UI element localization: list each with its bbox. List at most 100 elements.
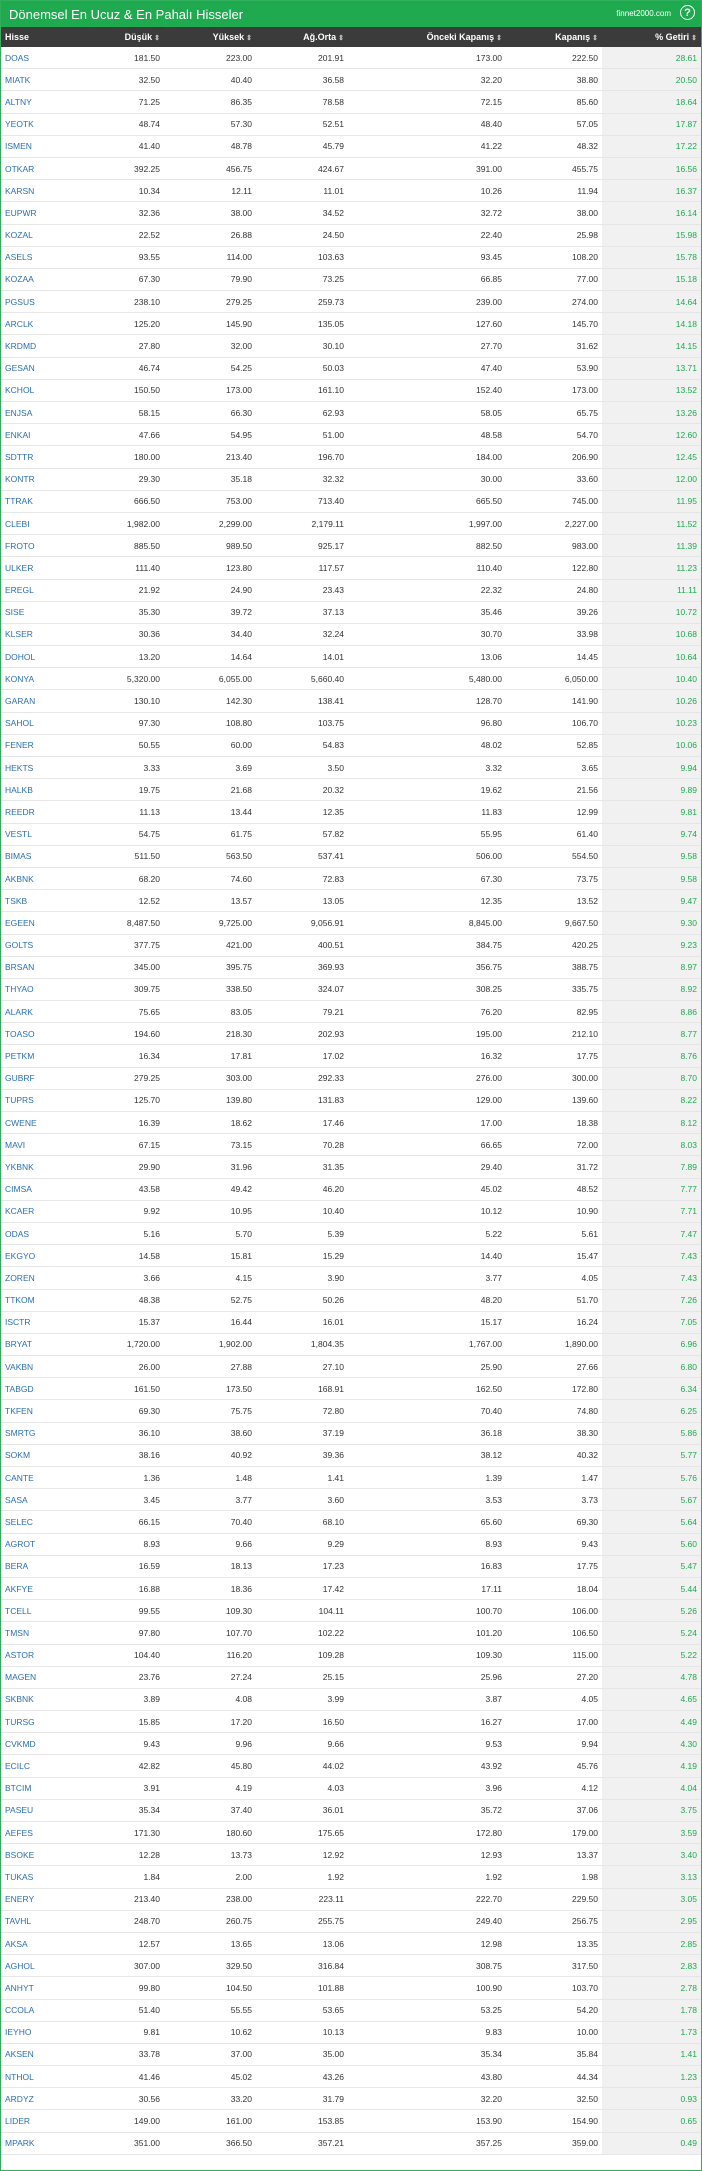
stock-symbol[interactable]: ECILC [1,1761,71,1771]
table-row[interactable]: HEKTS 3.33 3.69 3.50 3.32 3.65 9.94 [1,757,701,780]
stock-symbol[interactable]: TSKB [1,896,71,906]
table-row[interactable]: KCHOL 150.50 173.00 161.10 152.40 173.00 13.52 [1,379,701,402]
table-row[interactable]: GARAN 130.10 142.30 138.41 128.70 141.90 10.26 [1,690,701,713]
stock-symbol[interactable]: HEKTS [1,763,71,773]
table-row[interactable]: BRSAN 345.00 395.75 369.93 356.75 388.75 8.97 [1,956,701,979]
table-row[interactable]: OTKAR 392.25 456.75 424.67 391.00 455.75 16.56 [1,157,701,181]
table-row[interactable]: CWENE 16.39 18.62 17.46 17.00 18.38 8.12 [1,1112,701,1135]
table-row[interactable]: ODAS 5.16 5.70 5.39 5.22 5.61 7.47 [1,1222,701,1246]
table-row[interactable]: LIDER 149.00 161.00 153.85 153.90 154.90 0.65 [1,2110,701,2133]
stock-symbol[interactable]: SASA [1,1495,71,1505]
stock-symbol[interactable]: BERA [1,1561,71,1571]
table-row[interactable]: EREGL 21.92 24.90 23.43 22.32 24.80 11.11 [1,579,701,602]
stock-symbol[interactable]: REEDR [1,807,71,817]
stock-symbol[interactable]: ARCLK [1,319,71,329]
table-row[interactable]: THYAO 309.75 338.50 324.07 308.25 335.75 8.92 [1,978,701,1002]
table-row[interactable]: TCELL 99.55 109.30 104.11 100.70 106.00 5.26 [1,1600,701,1623]
table-row[interactable]: AKSA 12.57 13.65 13.06 12.98 13.35 2.85 [1,1932,701,1956]
table-row[interactable]: EKGYO 14.58 15.81 15.29 14.40 15.47 7.43 [1,1245,701,1268]
stock-symbol[interactable]: SDTTR [1,452,71,462]
table-row[interactable]: SAHOL 97.30 108.80 103.75 96.80 106.70 10.23 [1,712,701,735]
stock-symbol[interactable]: THYAO [1,984,71,994]
table-row[interactable]: BTCIM 3.91 4.19 4.03 3.96 4.12 4.04 [1,1777,701,1800]
stock-symbol[interactable]: SAHOL [1,718,71,728]
table-row[interactable]: BIMAS 511.50 563.50 537.41 506.00 554.50 9.58 [1,845,701,868]
stock-symbol[interactable]: MAGEN [1,1672,71,1682]
stock-symbol[interactable]: EUPWR [1,208,71,218]
stock-symbol[interactable]: AKSEN [1,2049,71,2059]
table-row[interactable]: KCAER 9.92 10.95 10.40 10.12 10.90 7.71 [1,1200,701,1223]
stock-symbol[interactable]: PASEU [1,1805,71,1815]
stock-symbol[interactable]: ODAS [1,1229,71,1239]
stock-symbol[interactable]: PETKM [1,1051,71,1061]
column-header-getiri[interactable]: % Getiri ⇕ [602,27,701,47]
table-row[interactable]: CIMSA 43.58 49.42 46.20 45.02 48.52 7.77 [1,1178,701,1201]
table-row[interactable]: TABGD 161.50 173.50 168.91 162.50 172.80 6.34 [1,1378,701,1401]
column-header-yuksek[interactable]: Yüksek ⇕ [164,27,256,47]
stock-symbol[interactable]: KOZAA [1,274,71,284]
stock-symbol[interactable]: YKBNK [1,1162,71,1172]
stock-symbol[interactable]: ASTOR [1,1650,71,1660]
stock-symbol[interactable]: SISE [1,607,71,617]
stock-symbol[interactable]: TABGD [1,1384,71,1394]
table-row[interactable]: ARCLK 125.20 145.90 135.05 127.60 145.70 14.18 [1,313,701,336]
table-row[interactable]: DOAS 181.50 223.00 201.91 173.00 222.50 28.61 [1,47,701,70]
table-row[interactable]: GOLTS 377.75 421.00 400.51 384.75 420.25 9.23 [1,934,701,957]
stock-symbol[interactable]: KCHOL [1,385,71,395]
table-row[interactable]: SELEC 66.15 70.40 68.10 65.60 69.30 5.64 [1,1511,701,1534]
table-row[interactable]: CVKMD 9.43 9.96 9.66 9.53 9.94 4.30 [1,1733,701,1756]
stock-symbol[interactable]: BSOKE [1,1850,71,1860]
stock-symbol[interactable]: HALKB [1,785,71,795]
table-row[interactable]: TURSG 15.85 17.20 16.50 16.27 17.00 4.49 [1,1711,701,1734]
table-row[interactable]: ZOREN 3.66 4.15 3.90 3.77 4.05 7.43 [1,1267,701,1290]
stock-symbol[interactable]: ANHYT [1,1983,71,1993]
stock-symbol[interactable]: AKFYE [1,1584,71,1594]
stock-symbol[interactable]: KONTR [1,474,71,484]
table-row[interactable]: AKBNK 68.20 74.60 72.83 67.30 73.75 9.58 [1,867,701,891]
stock-symbol[interactable]: EREGL [1,585,71,595]
column-header-onceki-kapanis[interactable]: Önceki Kapanış ⇕ [348,27,506,47]
table-row[interactable]: AKFYE 16.88 18.36 17.42 17.11 18.04 5.44 [1,1577,701,1601]
stock-symbol[interactable]: GESAN [1,363,71,373]
stock-symbol[interactable]: ISCTR [1,1317,71,1327]
table-row[interactable]: EUPWR 32.36 38.00 34.52 32.72 38.00 16.14 [1,202,701,225]
table-row[interactable]: CCOLA 51.40 55.55 53.65 53.25 54.20 1.78 [1,1999,701,2022]
table-row[interactable]: TKFEN 69.30 75.75 72.80 70.40 74.80 6.25 [1,1400,701,1423]
stock-symbol[interactable]: KLSER [1,629,71,639]
stock-symbol[interactable]: GUBRF [1,1073,71,1083]
stock-symbol[interactable]: ALTNY [1,97,71,107]
stock-symbol[interactable]: KONYA [1,674,71,684]
stock-symbol[interactable]: VAKBN [1,1362,71,1372]
stock-symbol[interactable]: KOZAL [1,230,71,240]
table-row[interactable]: MPARK 351.00 366.50 357.21 357.25 359.00 0.49 [1,2132,701,2155]
stock-symbol[interactable]: TOASO [1,1029,71,1039]
table-row[interactable]: AKSEN 33.78 37.00 35.00 35.34 35.84 1.41 [1,2043,701,2067]
stock-symbol[interactable]: AGROT [1,1539,71,1549]
table-row[interactable]: GESAN 46.74 54.25 50.03 47.40 53.90 13.71 [1,357,701,380]
table-row[interactable]: ISCTR 15.37 16.44 16.01 15.17 16.24 7.05 [1,1311,701,1334]
table-row[interactable]: SISE 35.30 39.72 37.13 35.46 39.26 10.72 [1,601,701,624]
help-icon[interactable]: ? [680,5,695,20]
stock-symbol[interactable]: EKGYO [1,1251,71,1261]
stock-symbol[interactable]: AKBNK [1,874,71,884]
table-row[interactable]: AEFES 171.30 180.60 175.65 172.80 179.00 3.59 [1,1822,701,1845]
stock-symbol[interactable]: TKFEN [1,1406,71,1416]
table-row[interactable]: ALTNY 71.25 86.35 78.58 72.15 85.60 18.64 [1,91,701,114]
table-row[interactable]: ENERY 213.40 238.00 223.11 222.70 229.50 3.05 [1,1888,701,1911]
stock-symbol[interactable]: CCOLA [1,2005,71,2015]
stock-symbol[interactable]: GOLTS [1,940,71,950]
table-row[interactable]: ALARK 75.65 83.05 79.21 76.20 82.95 8.86 [1,1001,701,1024]
table-row[interactable]: PGSUS 238.10 279.25 259.73 239.00 274.00 14.64 [1,291,701,314]
table-row[interactable]: PETKM 16.34 17.81 17.02 16.32 17.75 8.76 [1,1045,701,1068]
stock-symbol[interactable]: AKSA [1,1939,71,1949]
table-row[interactable]: HALKB 19.75 21.68 20.32 19.62 21.56 9.89 [1,779,701,802]
stock-symbol[interactable]: KCAER [1,1206,71,1216]
table-row[interactable]: SOKM 38.16 40.92 39.36 38.12 40.32 5.77 [1,1444,701,1467]
table-row[interactable]: VESTL 54.75 61.75 57.82 55.95 61.40 9.74 [1,823,701,846]
table-row[interactable]: SDTTR 180.00 213.40 196.70 184.00 206.90 12.45 [1,446,701,469]
stock-symbol[interactable]: TUKAS [1,1872,71,1882]
table-row[interactable]: ENKAI 47.66 54.95 51.00 48.58 54.70 12.60 [1,424,701,447]
table-row[interactable]: NTHOL 41.46 45.02 43.26 43.80 44.34 1.23 [1,2066,701,2089]
table-row[interactable]: KARSN 10.34 12.11 11.01 10.26 11.94 16.37 [1,180,701,203]
stock-symbol[interactable]: EGEEN [1,918,71,928]
